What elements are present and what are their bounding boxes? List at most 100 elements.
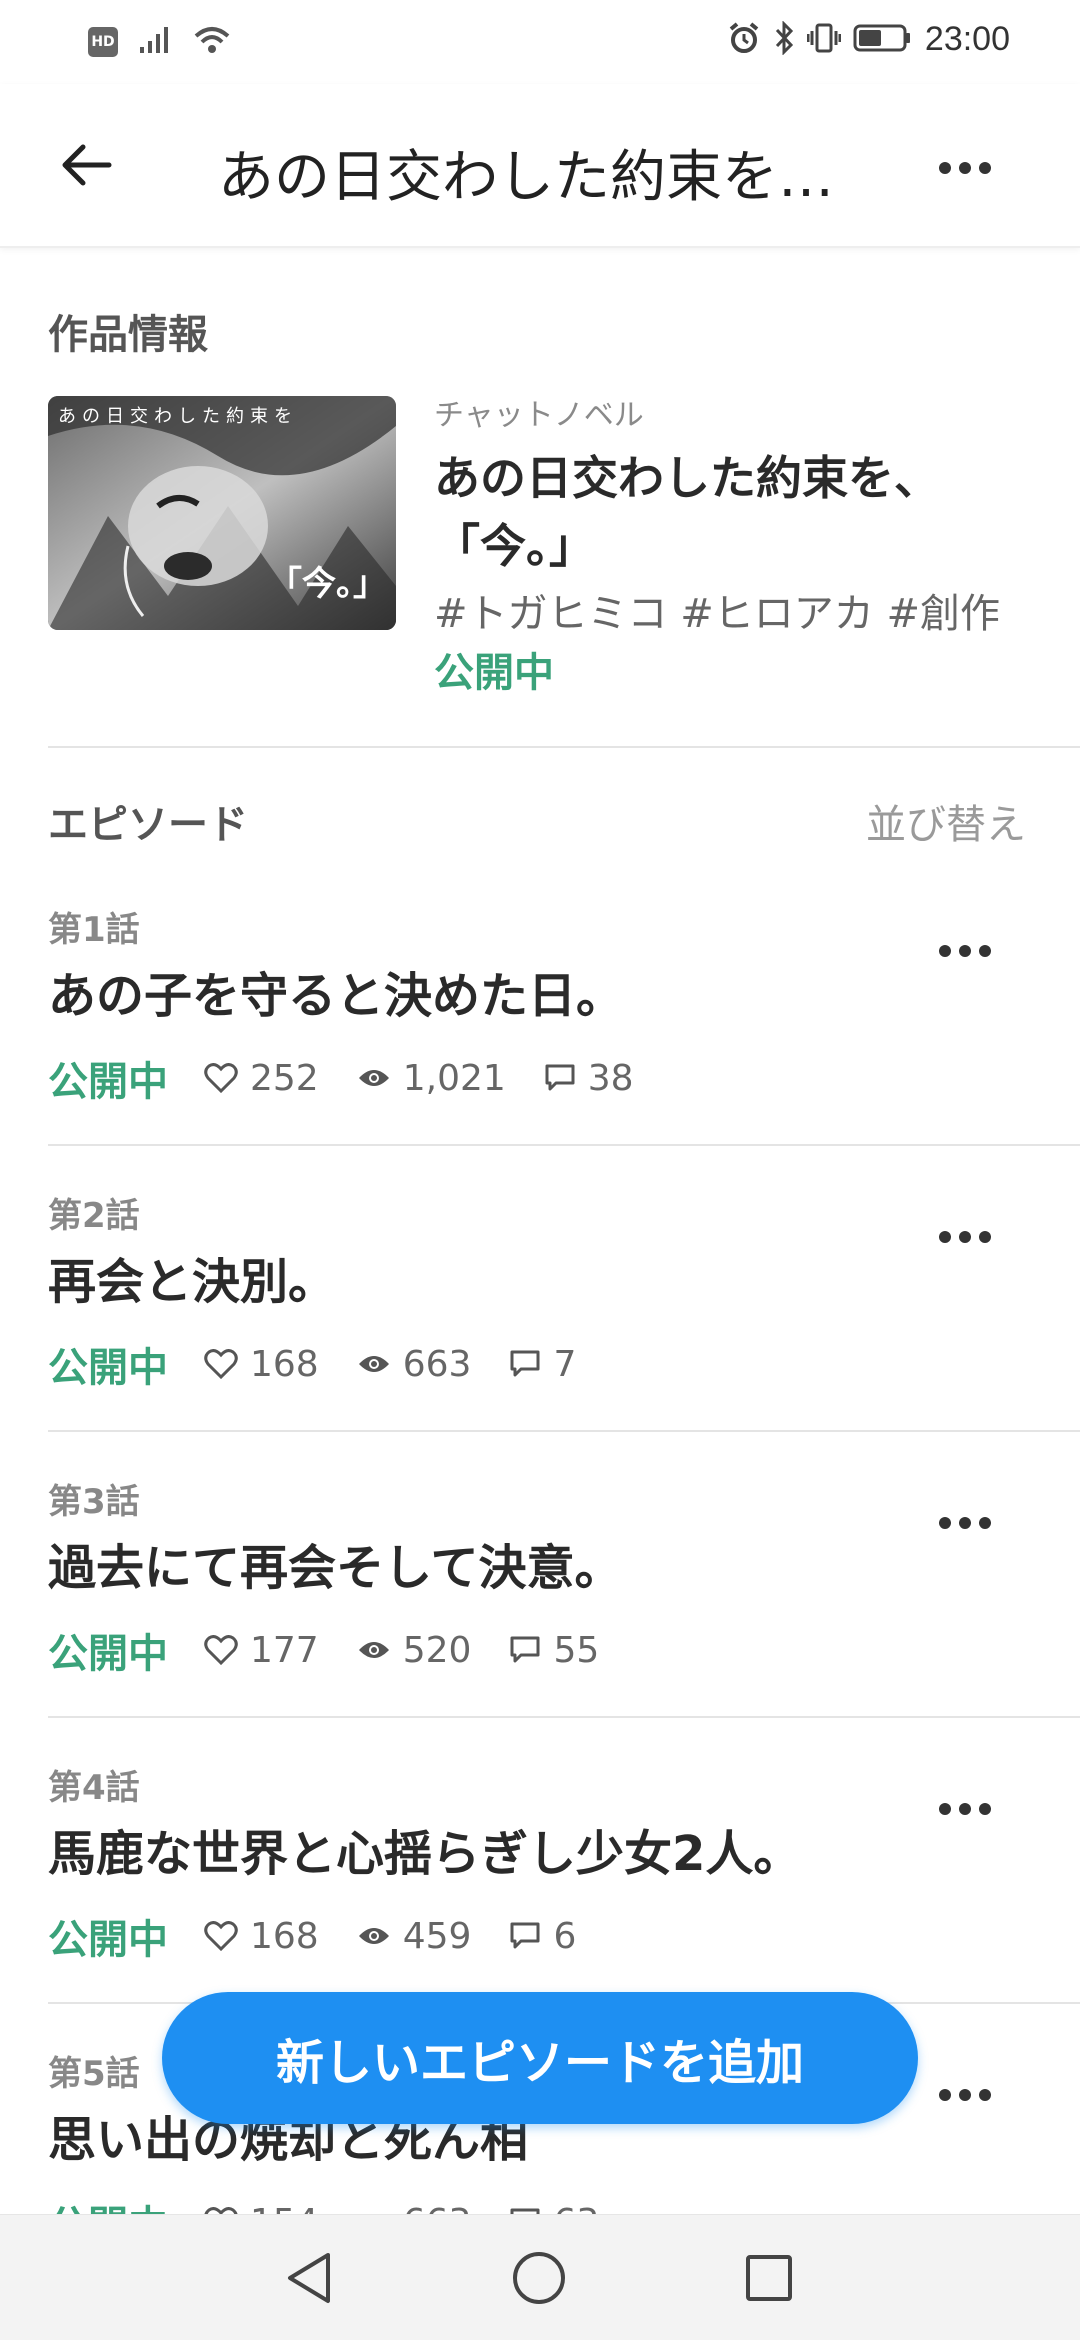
comment-icon — [510, 2208, 540, 2214]
view-stat: 663 — [357, 1343, 472, 1385]
like-stat: 168 — [204, 1916, 319, 1957]
like-count: 252 — [250, 1057, 319, 1099]
divider — [48, 746, 1080, 748]
episode-stats: 公開中 177 520 55 — [48, 1620, 637, 1680]
episode-more-button[interactable] — [930, 1784, 1000, 1834]
episode-item[interactable]: 第4話 馬鹿な世界と心揺らぎし少女2人。 公開中 168 459 6 — [0, 1718, 1080, 2004]
more-horizontal-icon — [939, 1231, 991, 1243]
more-horizontal-icon — [939, 945, 991, 957]
episode-number: 第3話 — [48, 1482, 140, 1522]
eye-icon — [358, 1642, 389, 1658]
comment-count: 55 — [553, 1629, 600, 1671]
comment-icon — [510, 1922, 540, 1949]
work-info-heading: 作品情報 — [48, 312, 208, 358]
view-count: 1,021 — [402, 1057, 506, 1099]
like-count: 168 — [250, 1343, 319, 1385]
more-horizontal-icon — [938, 160, 992, 179]
episode-item[interactable]: 第3話 過去にて再会そして決意。 公開中 177 520 55 — [0, 1432, 1080, 1718]
like-count: 177 — [250, 1629, 319, 1671]
eye-icon — [358, 1356, 389, 1372]
status-left: HD — [88, 24, 232, 60]
comment-icon — [510, 1636, 540, 1663]
episode-stats: 公開中 168 459 6 — [48, 1906, 614, 1966]
like-count: 168 — [250, 1915, 319, 1957]
heart-icon — [204, 1349, 238, 1379]
comment-stat: 6 — [509, 1916, 576, 1957]
more-horizontal-icon — [939, 1803, 991, 1815]
work-title-line2: 「今。」 — [434, 519, 595, 573]
view-count: 663 — [403, 2202, 472, 2215]
comment-count: 63 — [553, 2202, 599, 2215]
episode-number: 第2話 — [48, 1196, 140, 1236]
episode-status: 公開中 — [48, 1059, 168, 1105]
add-episode-button[interactable]: 新しいエピソードを追加 — [162, 1992, 918, 2124]
comment-icon — [545, 1064, 575, 1091]
comment-count: 7 — [553, 1343, 577, 1385]
comment-stat: 7 — [509, 1344, 576, 1385]
hd-badge: HD — [88, 27, 118, 57]
screen: HD 23:00 あの日交わした約束を… 作品情報 あの日交わした約束を 「今。… — [0, 0, 1080, 2340]
view-count: 459 — [402, 1915, 472, 1957]
comment-count: 38 — [587, 1057, 634, 1099]
work-meta: チャットノベル あの日交わした約束を、 「今。」 #トガヒミコ #ヒロアカ #創… — [434, 396, 1034, 702]
sort-button[interactable]: 並び替え — [866, 792, 1026, 850]
nav-home-button[interactable] — [506, 2245, 572, 2311]
heart-icon — [204, 2207, 238, 2214]
square-recents-icon — [746, 2255, 792, 2301]
view-count: 520 — [402, 1629, 472, 1671]
heart-icon — [204, 1063, 238, 1093]
like-stat: 154 — [204, 2202, 319, 2215]
episode-stats: 公開中 252 1,021 38 — [48, 1048, 672, 1108]
episode-status: 公開中 — [48, 2193, 168, 2214]
episode-number: 第4話 — [48, 1768, 140, 1808]
episode-item[interactable]: 第1話 あの子を守ると決めた日。 公開中 252 1,021 38 — [0, 860, 1080, 1146]
more-horizontal-icon — [939, 1517, 991, 1529]
status-bar: HD 23:00 — [0, 0, 1080, 84]
back-button[interactable] — [50, 134, 120, 200]
status-right: 23:00 — [727, 19, 1010, 59]
episode-more-button[interactable] — [930, 2070, 1000, 2120]
wifi-icon — [192, 24, 232, 60]
like-stat: 252 — [204, 1058, 319, 1099]
work-tags[interactable]: #トガヒミコ #ヒロアカ #創作 — [434, 584, 1034, 644]
bluetooth-icon — [773, 19, 795, 59]
like-count: 154 — [250, 2202, 319, 2215]
work-category: チャットノベル — [434, 398, 644, 433]
back-arrow-icon — [57, 141, 113, 193]
episode-status: 公開中 — [48, 1917, 168, 1963]
episode-more-button[interactable] — [930, 926, 1000, 976]
system-nav-bar — [0, 2214, 1080, 2340]
episode-more-button[interactable] — [930, 1498, 1000, 1548]
work-title: あの日交わした約束を、 「今。」 — [434, 444, 1034, 580]
cover-sub-text: 「今。」 — [268, 564, 387, 604]
view-stat: 520 — [357, 1629, 472, 1671]
view-stat: 1,021 — [357, 1058, 506, 1099]
page-title: あの日交わした約束を… — [218, 145, 834, 210]
header-more-button[interactable] — [930, 144, 1000, 194]
work-status: 公開中 — [434, 650, 554, 696]
like-stat: 177 — [204, 1630, 319, 1671]
episode-item[interactable]: 第2話 再会と決別。 公開中 168 663 7 — [0, 1146, 1080, 1432]
episode-title: 馬鹿な世界と心揺らぎし少女2人。 — [48, 1826, 802, 1882]
eye-icon — [358, 1070, 389, 1086]
episode-number: 第1話 — [48, 910, 140, 950]
eye-icon — [358, 1928, 389, 1944]
status-time: 23:00 — [924, 20, 1010, 58]
episode-more-button[interactable] — [930, 1212, 1000, 1262]
comment-stat: 55 — [509, 1630, 599, 1671]
vibrate-icon — [806, 21, 842, 59]
cover-image[interactable]: あの日交わした約束を 「今。」 — [48, 396, 396, 630]
circle-home-icon — [513, 2252, 565, 2304]
alarm-icon — [727, 21, 761, 59]
episode-title: あの子を守ると決めた日。 — [48, 968, 625, 1024]
view-count: 663 — [402, 1343, 472, 1385]
signal-icon — [138, 25, 172, 59]
episode-status: 公開中 — [48, 1345, 168, 1391]
episode-title: 過去にて再会そして決意。 — [48, 1540, 623, 1596]
episode-title: 再会と決別。 — [48, 1254, 337, 1310]
app-header: あの日交わした約束を… — [0, 84, 1080, 248]
battery-icon — [853, 22, 913, 58]
nav-back-button[interactable] — [276, 2245, 342, 2311]
nav-recents-button[interactable] — [736, 2245, 802, 2311]
cover-title-text: あの日交わした約束を — [58, 406, 298, 427]
